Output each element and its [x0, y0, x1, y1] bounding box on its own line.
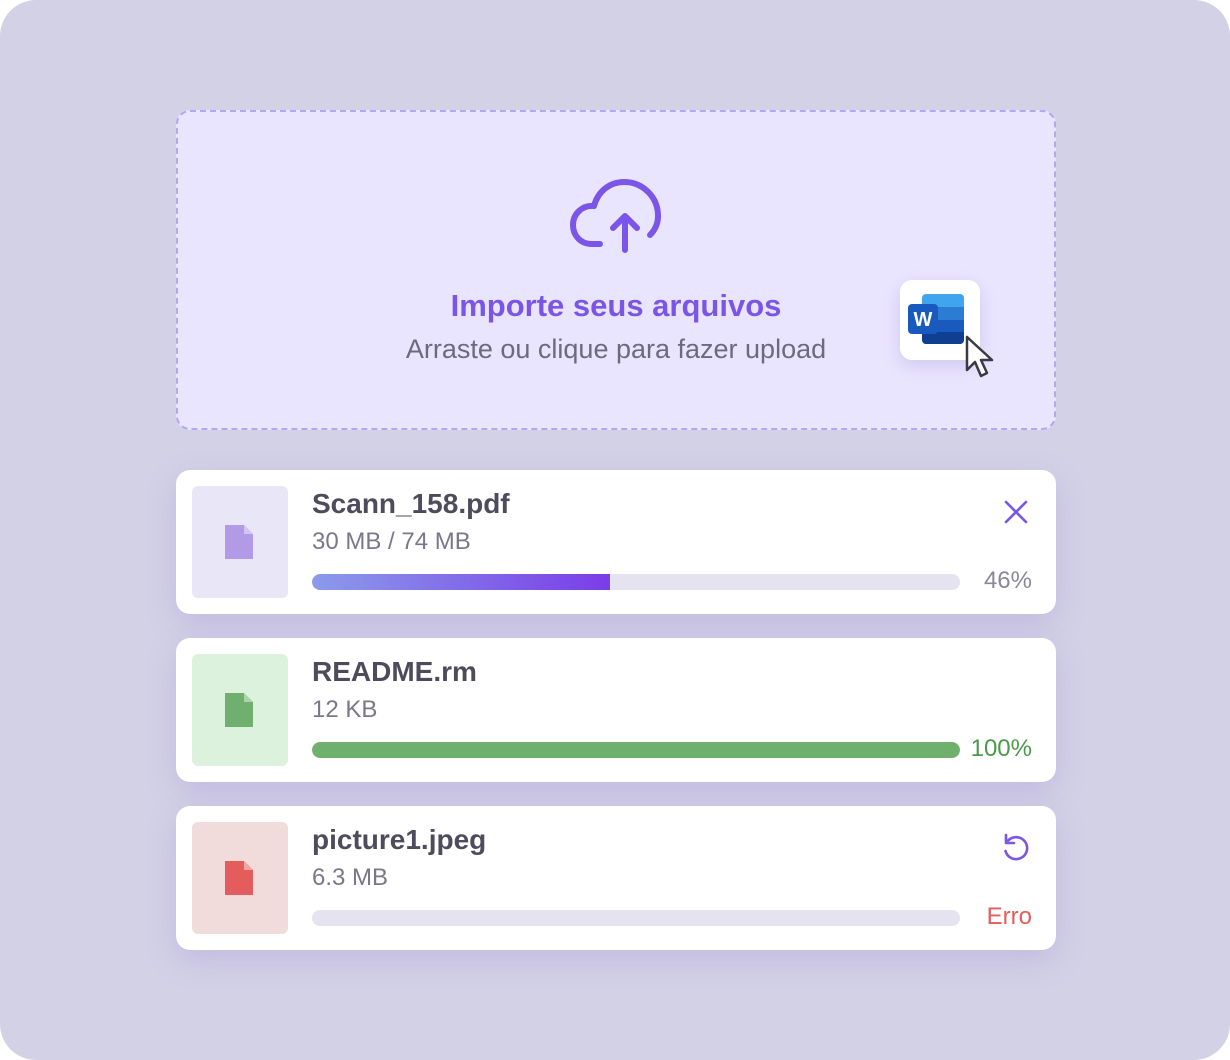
file-row-error: picture1.jpeg 6.3 MB Erro [176, 806, 1056, 950]
file-name: Scann_158.pdf [312, 488, 510, 519]
retry-upload-button[interactable] [996, 828, 1036, 868]
file-row-uploading: Scann_158.pdf 30 MB / 74 MB 46% [176, 470, 1056, 614]
progress-fill [312, 574, 611, 590]
close-icon [1004, 500, 1028, 524]
cloud-upload-icon [570, 179, 661, 253]
file-thumbnail [192, 822, 288, 934]
word-file-icon: W [908, 294, 964, 344]
progress-percent: 100% [970, 735, 1032, 762]
progress-track [312, 574, 960, 590]
file-dropzone[interactable]: Importe seus arquivos Arraste ou clique … [176, 110, 1056, 430]
file-thumbnail [192, 486, 288, 598]
file-icon [225, 525, 253, 559]
file-size: 12 KB [312, 696, 378, 723]
file-thumbnail [192, 654, 288, 766]
retry-icon [1004, 833, 1029, 861]
progress-percent: 46% [983, 567, 1032, 594]
file-name: README.rm [312, 656, 477, 687]
file-row-complete: README.rm 12 KB 100% [176, 638, 1056, 782]
upload-screen: Importe seus arquivos Arraste ou clique … [0, 0, 1230, 1060]
progress-track [312, 910, 960, 926]
pointer-cursor-icon [965, 335, 994, 378]
error-status: Erro [986, 903, 1032, 930]
file-size: 30 MB / 74 MB [312, 528, 471, 555]
word-letter: W [914, 309, 933, 331]
file-icon [225, 861, 253, 895]
progress-track [312, 742, 960, 758]
file-name: picture1.jpeg [312, 824, 487, 855]
progress-fill [312, 742, 960, 758]
cancel-upload-button[interactable] [996, 492, 1036, 532]
file-icon [225, 693, 253, 727]
file-size: 6.3 MB [312, 864, 389, 891]
